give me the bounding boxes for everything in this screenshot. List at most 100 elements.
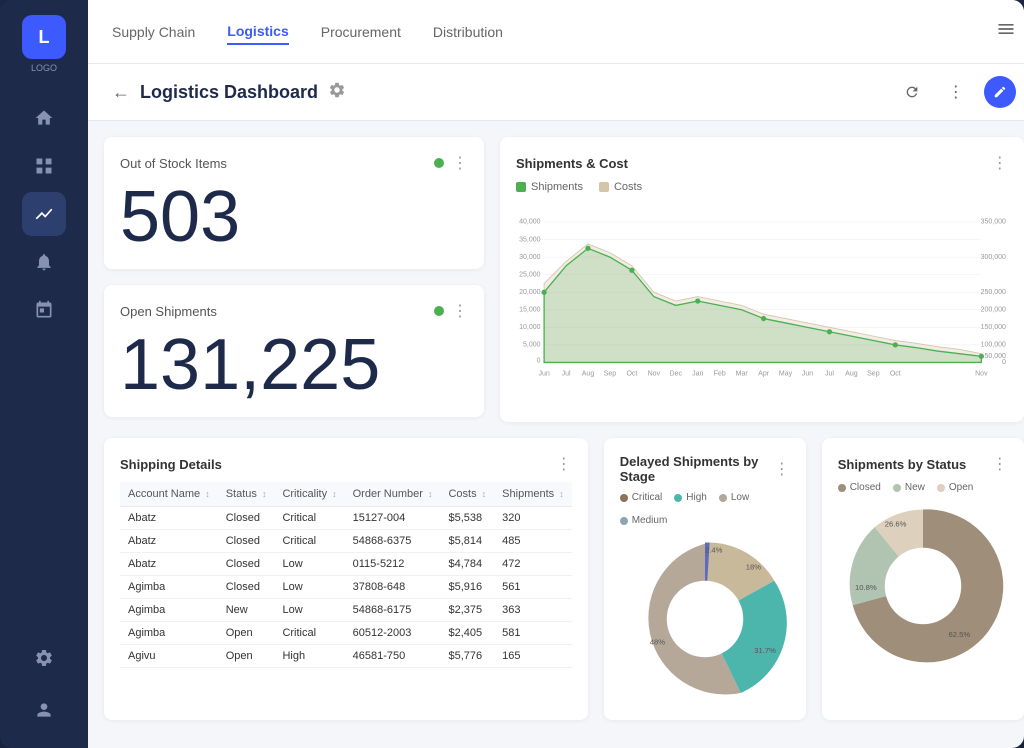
cell-status: Closed [218,553,275,576]
open-shipments-label: Open Shipments [120,304,217,319]
nav-logistics[interactable]: Logistics [227,19,288,45]
legend-closed: Closed [838,482,881,493]
cell-status: Closed [218,507,275,530]
bottom-row: Shipping Details ⋮ Account Name ↕ Status… [88,438,1024,736]
legend-critical-dot [620,494,628,502]
svg-text:200,000: 200,000 [981,307,1006,314]
cell-order: 37808-648 [345,576,441,599]
cell-account: Agivu [120,645,218,668]
legend-high: High [674,492,707,503]
hamburger-menu[interactable] [996,19,1016,44]
delayed-menu[interactable]: ⋮ [774,459,790,479]
cell-criticality: Critical [274,622,344,645]
table-row[interactable]: Abatz Closed Low 0115-5212 $4,784 472 [120,553,572,576]
out-of-stock-card: Out of Stock Items ⋮ 503 [104,137,484,269]
svg-text:Apr: Apr [758,371,770,378]
settings-icon[interactable] [328,81,346,104]
left-metrics: Out of Stock Items ⋮ 503 Open Shipments [104,137,484,422]
edit-button[interactable] [984,76,1016,108]
cell-order: 54868-6175 [345,599,441,622]
shipping-table: Account Name ↕ Status ↕ Criticality ↕ Or… [120,482,572,668]
refresh-button[interactable] [896,76,928,108]
header-actions: ⋮ [896,76,1016,108]
sidebar-item-chart[interactable] [22,192,66,236]
nav-procurement[interactable]: Procurement [321,20,401,44]
cell-criticality: High [274,645,344,668]
delayed-legend: Critical High Low Medium [620,492,790,526]
sidebar-item-home[interactable] [22,96,66,140]
col-criticality[interactable]: Criticality ↕ [274,482,344,507]
table-row[interactable]: Agimba New Low 54868-6175 $2,375 363 [120,599,572,622]
col-shipments[interactable]: Shipments ↕ [494,482,572,507]
cell-account: Agimba [120,576,218,599]
more-options-button[interactable]: ⋮ [940,76,972,108]
logo-box[interactable]: L [22,15,66,59]
svg-text:40,000: 40,000 [519,219,541,226]
legend-high-dot [674,494,682,502]
status-indicator-2 [434,306,444,316]
cell-criticality: Critical [274,530,344,553]
sidebar-item-settings[interactable] [22,636,66,680]
svg-text:Oct: Oct [890,371,901,378]
table-row[interactable]: Agivu Open High 46581-750 $5,776 165 [120,645,572,668]
col-status[interactable]: Status ↕ [218,482,275,507]
nav-distribution[interactable]: Distribution [433,20,503,44]
sidebar-item-calendar[interactable] [22,288,66,332]
svg-text:100,000: 100,000 [981,342,1006,349]
cell-account: Agimba [120,599,218,622]
delayed-shipments-card: Delayed Shipments by Stage ⋮ Critical Hi… [604,438,806,720]
cell-costs: $2,405 [440,622,494,645]
out-of-stock-value: 503 [120,181,468,253]
status-title: Shipments by Status [838,457,967,472]
logo-text: LOGO [31,63,57,73]
sidebar-logo: L LOGO [0,0,88,88]
delayed-title: Delayed Shipments by Stage [620,454,774,484]
svg-text:62.5%: 62.5% [948,630,970,639]
svg-text:10.8%: 10.8% [855,583,877,592]
cell-criticality: Low [274,599,344,622]
status-menu[interactable]: ⋮ [992,454,1008,474]
sidebar-item-bell[interactable] [22,240,66,284]
svg-text:May: May [779,371,793,378]
back-button[interactable]: ← [112,82,130,103]
svg-text:2.4%: 2.4% [705,546,723,555]
delayed-pie-chart: 18% 31.7% 48% 2.4% [620,534,790,704]
legend-open-dot [937,484,945,492]
card-menu-oos[interactable]: ⋮ [452,153,468,173]
card-menu-os[interactable]: ⋮ [452,301,468,321]
svg-text:350,000: 350,000 [981,219,1006,226]
cell-order: 15127-004 [345,507,441,530]
table-row[interactable]: Agimba Open Critical 60512-2003 $2,405 5… [120,622,572,645]
svg-text:20,000: 20,000 [519,289,541,296]
cell-costs: $5,814 [440,530,494,553]
status-header: Shipments by Status ⋮ [838,454,1008,474]
shipping-details-menu[interactable]: ⋮ [556,454,572,474]
cell-status: Open [218,645,275,668]
shipping-table-container: Account Name ↕ Status ↕ Criticality ↕ Or… [120,482,572,668]
cell-shipments: 472 [494,553,572,576]
col-account[interactable]: Account Name ↕ [120,482,218,507]
cell-status: Closed [218,530,275,553]
shipments-cost-card: Shipments & Cost ⋮ Shipments Costs [500,137,1024,422]
logo-letter: L [39,27,50,48]
col-costs[interactable]: Costs ↕ [440,482,494,507]
legend-new-dot [893,484,901,492]
chart-legend: Shipments Costs [516,181,1008,193]
cell-shipments: 320 [494,507,572,530]
svg-text:30,000: 30,000 [519,254,541,261]
open-shipments-card: Open Shipments ⋮ 131,225 [104,285,484,417]
svg-text:Jun: Jun [538,371,549,378]
table-row[interactable]: Abatz Closed Critical 54868-6375 $5,814 … [120,530,572,553]
table-row[interactable]: Agimba Closed Low 37808-648 $5,916 561 [120,576,572,599]
svg-text:0: 0 [537,357,541,364]
sidebar-item-grid[interactable] [22,144,66,188]
table-row[interactable]: Abatz Closed Critical 15127-004 $5,538 3… [120,507,572,530]
shipping-details-title: Shipping Details [120,457,222,472]
svg-text:Aug: Aug [582,371,595,378]
sidebar-item-profile[interactable] [22,688,66,732]
chart-menu[interactable]: ⋮ [992,153,1008,173]
col-order[interactable]: Order Number ↕ [345,482,441,507]
nav-supply-chain[interactable]: Supply Chain [112,20,195,44]
cell-shipments: 363 [494,599,572,622]
out-of-stock-label: Out of Stock Items [120,156,227,171]
